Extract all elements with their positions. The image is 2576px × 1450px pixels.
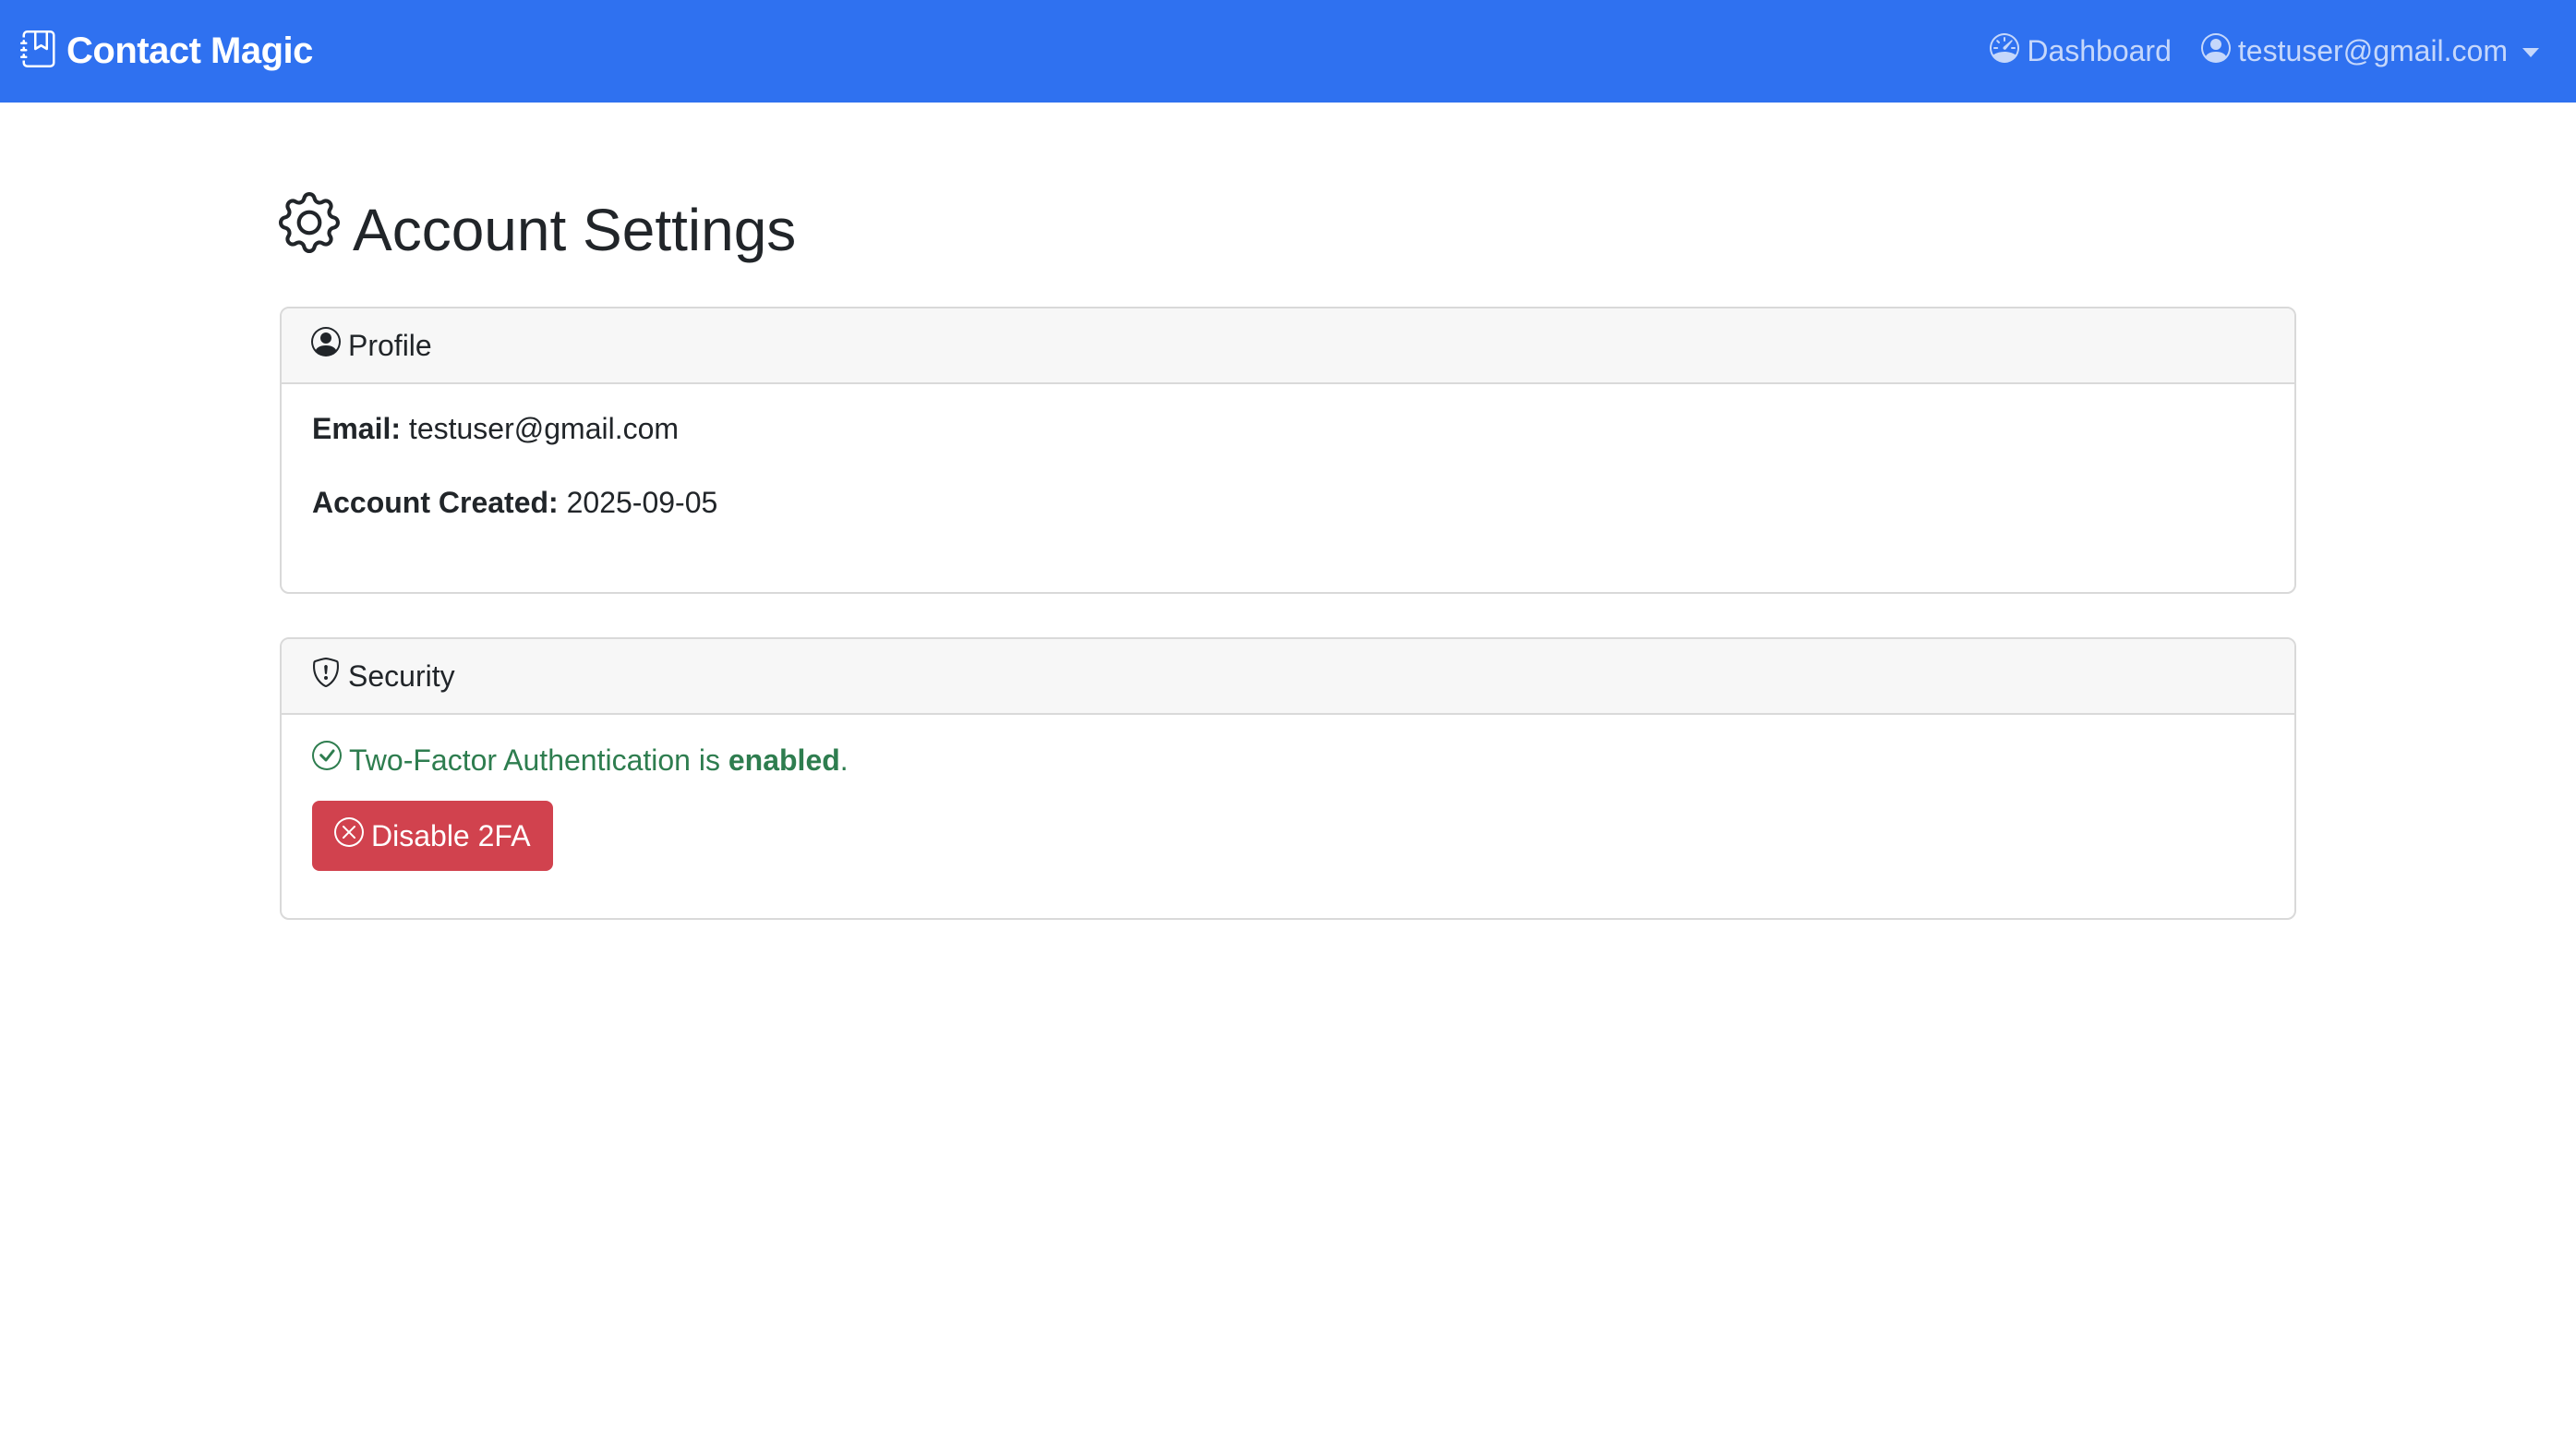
brand-link[interactable]: Contact Magic <box>20 0 313 103</box>
nav-dashboard-link[interactable]: Dashboard <box>1990 32 2172 70</box>
disable-2fa-button[interactable]: Disable 2FA <box>312 801 553 871</box>
security-card-body: Two-Factor Authentication is enabled. Di… <box>282 741 2294 871</box>
user-email-label: testuser@gmail.com <box>2237 34 2508 67</box>
account-created-row: Account Created: 2025-09-05 <box>312 484 2294 521</box>
account-created-label: Account Created: <box>312 486 559 519</box>
x-circle-icon <box>334 817 371 854</box>
nav-dashboard-label: Dashboard <box>2027 34 2172 67</box>
two-factor-status-suffix: . <box>839 743 849 777</box>
profile-card: Profile Email: testuser@gmail.com Accoun… <box>280 307 2296 594</box>
two-factor-status: Two-Factor Authentication is enabled. <box>312 741 2294 779</box>
security-card: Security Two-Factor Authentication is en… <box>280 637 2296 920</box>
email-row: Email: testuser@gmail.com <box>312 410 2294 447</box>
profile-card-title: Profile <box>348 328 432 362</box>
brand-name: Contact Magic <box>66 30 313 71</box>
disable-2fa-label: Disable 2FA <box>371 818 531 852</box>
user-dropdown-toggle[interactable]: testuser@gmail.com <box>2200 32 2539 70</box>
shield-exclamation-icon <box>311 658 348 695</box>
email-value: testuser@gmail.com <box>408 412 680 445</box>
security-card-title: Security <box>348 659 455 693</box>
speedometer-icon <box>1990 32 2027 70</box>
profile-card-header: Profile <box>282 308 2294 384</box>
security-card-header: Security <box>282 639 2294 715</box>
navbar-right: Dashboard testuser@gmail.com <box>1990 0 2539 103</box>
page-title: Account Settings <box>279 192 796 267</box>
profile-card-body: Email: testuser@gmail.com Account Create… <box>282 410 2294 521</box>
page-title-text: Account Settings <box>353 196 797 263</box>
two-factor-status-text: Two-Factor Authentication is <box>349 743 720 777</box>
caret-down-icon <box>2522 47 2539 57</box>
journal-bookmark-icon <box>20 29 66 74</box>
person-circle-icon <box>311 327 348 364</box>
account-created-value: 2025-09-05 <box>566 486 718 519</box>
person-circle-icon <box>2200 32 2238 70</box>
two-factor-status-value: enabled <box>728 743 840 777</box>
gear-icon <box>279 192 353 267</box>
email-label: Email: <box>312 412 402 445</box>
check-circle-icon <box>312 741 349 779</box>
navbar: Contact Magic Dashboard testuser@gmail.c… <box>0 0 2576 103</box>
